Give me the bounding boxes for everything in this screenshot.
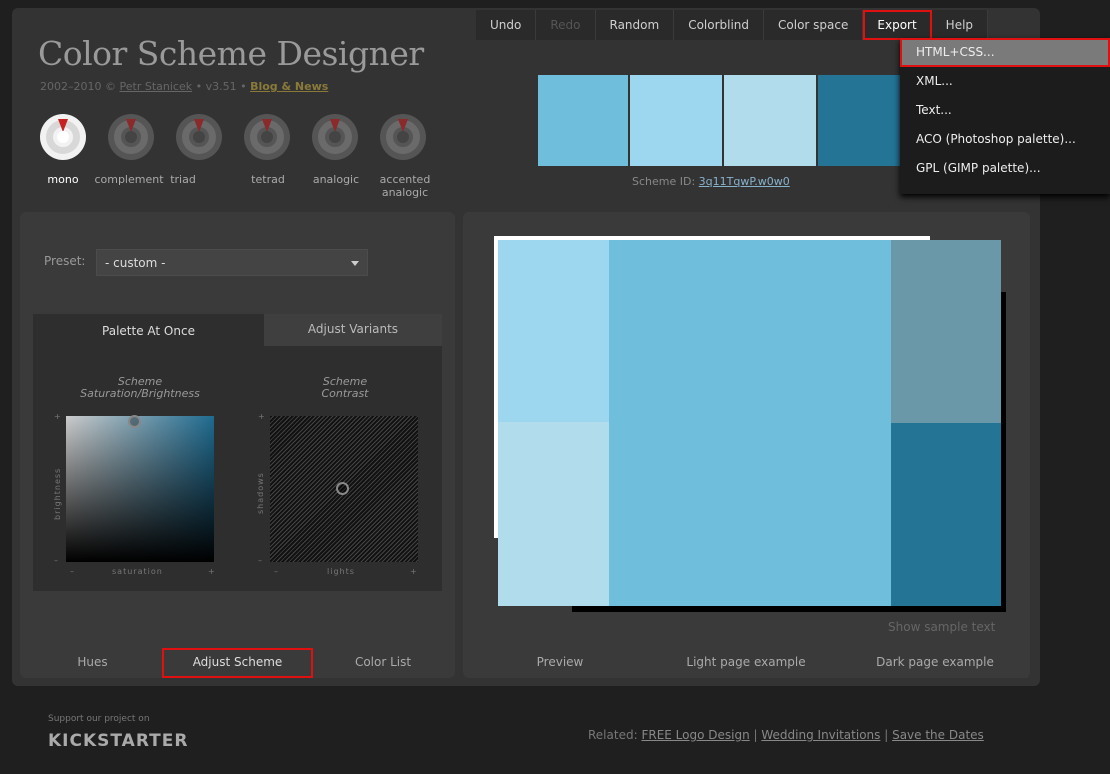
analogic-wheel-icon[interactable] (312, 114, 358, 160)
export-html-css[interactable]: HTML+CSS... (900, 38, 1110, 67)
credits: 2002–2010 © Petr Stanicek • v3.51 • Blog… (40, 80, 328, 93)
preset-label: Preset: (44, 254, 86, 268)
swatch-lighter[interactable] (724, 75, 816, 166)
tab-adjust-variants[interactable]: Adjust Variants (264, 314, 442, 346)
preset-value: - custom - (105, 256, 166, 270)
help-button[interactable]: Help (932, 10, 989, 40)
saturation-brightness-title: Scheme Saturation/Brightness (60, 376, 220, 400)
show-sample-text-link[interactable]: Show sample text (888, 620, 995, 634)
swatch-light[interactable] (630, 75, 722, 166)
scheme-label-tetrad[interactable]: tetrad (238, 173, 298, 186)
contrast-handle[interactable] (336, 482, 349, 495)
axis-lights-minus: – (274, 567, 279, 576)
related-wedding-invitations[interactable]: Wedding Invitations (761, 728, 880, 742)
accented-analogic-wheel-icon[interactable] (380, 114, 426, 160)
axis-saturation-minus: – (70, 567, 75, 576)
scheme-label-accented-analogic[interactable]: accented analogic (372, 173, 438, 199)
chevron-down-icon (351, 261, 359, 266)
axis-lights: lights (327, 567, 355, 576)
axis-saturation: saturation (112, 567, 163, 576)
related-save-the-dates[interactable]: Save the Dates (892, 728, 984, 742)
kickstarter-tagline: Support our project on (48, 714, 150, 724)
preview-block-muted (891, 240, 1001, 423)
tab-light-page-example[interactable]: Light page example (652, 648, 840, 678)
axis-shadows-minus: – (258, 556, 263, 565)
sat-title-line2: Saturation/Brightness (80, 387, 200, 400)
export-menu: HTML+CSS... XML... Text... ACO (Photosho… (900, 38, 1110, 194)
redo-button[interactable]: Redo (536, 10, 596, 40)
scheme-label-mono[interactable]: mono (40, 173, 86, 186)
axis-brightness-plus: + (54, 412, 62, 421)
colorspace-button[interactable]: Color space (764, 10, 864, 40)
tab-dark-page-example[interactable]: Dark page example (842, 648, 1028, 678)
related-logo-design[interactable]: FREE Logo Design (641, 728, 749, 742)
colorblind-button[interactable]: Colorblind (674, 10, 765, 40)
axis-brightness-minus: – (54, 556, 59, 565)
app-root: Color Scheme Designer 2002–2010 © Petr S… (0, 0, 1110, 774)
scheme-label-triad[interactable]: triad (153, 173, 213, 186)
export-text[interactable]: Text... (900, 96, 1110, 125)
app-title: Color Scheme Designer (38, 34, 424, 73)
credits-prefix: 2002–2010 © (40, 80, 116, 93)
random-button[interactable]: Random (596, 10, 675, 40)
preview-block-dark (891, 423, 1001, 606)
scheme-id-link[interactable]: 3q11TqwP.w0w0 (699, 175, 790, 188)
con-title-line2: Contrast (321, 387, 369, 400)
axis-shadows-plus: + (258, 412, 266, 421)
tab-adjust-scheme[interactable]: Adjust Scheme (162, 648, 313, 678)
axis-shadows: shadows (256, 472, 265, 514)
axis-saturation-plus: + (208, 567, 216, 576)
tetrad-wheel-icon[interactable] (244, 114, 290, 160)
tab-hues[interactable]: Hues (30, 648, 155, 678)
saturation-brightness-handle[interactable] (128, 415, 141, 428)
preset-select[interactable]: - custom - (96, 249, 368, 276)
complement-wheel-icon[interactable] (108, 114, 154, 160)
version-text: • v3.51 • (195, 80, 247, 93)
top-nav: Undo Redo Random Colorblind Color space … (476, 10, 989, 40)
scheme-id: Scheme ID: 3q11TqwP.w0w0 (632, 175, 790, 188)
scheme-label-analogic[interactable]: analogic (306, 173, 366, 186)
scheme-id-label: Scheme ID: (632, 175, 696, 188)
export-gpl[interactable]: GPL (GIMP palette)... (900, 154, 1110, 183)
axis-brightness: brightness (53, 467, 62, 520)
export-aco[interactable]: ACO (Photoshop palette)... (900, 125, 1110, 154)
tab-color-list[interactable]: Color List (318, 648, 448, 678)
saturation-brightness-picker[interactable] (66, 416, 214, 562)
swatch-dark[interactable] (818, 75, 904, 166)
blog-link[interactable]: Blog & News (250, 80, 328, 93)
axis-lights-plus: + (410, 567, 418, 576)
author-link[interactable]: Petr Stanicek (120, 80, 193, 93)
related-prefix: Related: (588, 728, 638, 742)
preview-block-primary (609, 240, 891, 606)
kickstarter-banner[interactable]: Support our project on KICKSTARTER (40, 706, 190, 756)
triad-wheel-icon[interactable] (176, 114, 222, 160)
contrast-title: Scheme Contrast (290, 376, 400, 400)
swatch-primary[interactable] (538, 75, 628, 166)
kickstarter-logo: KICKSTARTER (48, 731, 189, 751)
export-xml[interactable]: XML... (900, 67, 1110, 96)
undo-button[interactable]: Undo (476, 10, 537, 40)
export-button[interactable]: Export (863, 10, 932, 40)
related-links: Related: FREE Logo Design | Wedding Invi… (588, 728, 984, 742)
tab-preview[interactable]: Preview (470, 648, 650, 678)
mono-wheel-icon[interactable] (40, 114, 86, 160)
tab-palette-at-once[interactable]: Palette At Once (33, 314, 264, 346)
preview-block-lighter (498, 422, 609, 606)
preview-block-light (498, 240, 609, 422)
